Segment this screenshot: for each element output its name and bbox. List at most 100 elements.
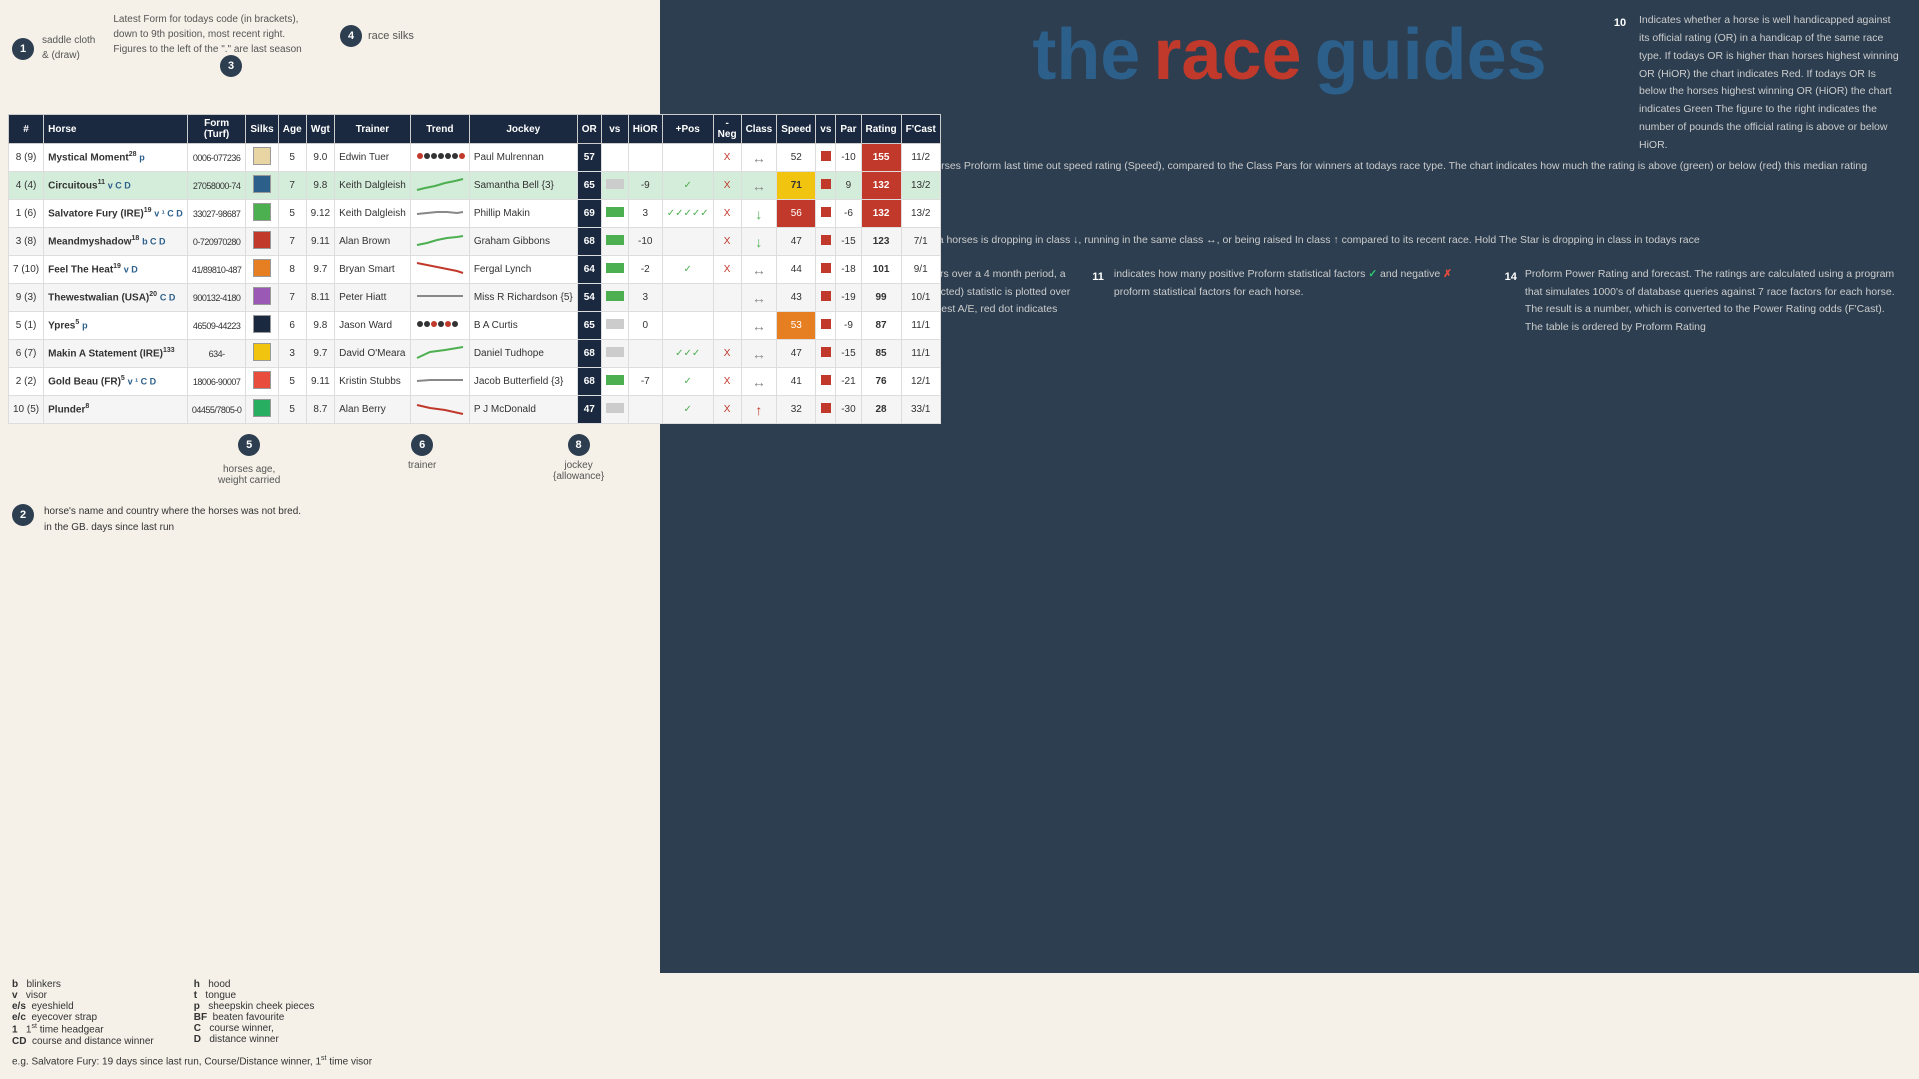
col-rating: Rating [861, 115, 901, 144]
table-row: 3 (8) Meandmyshadow18 b C D 0-720970280 … [9, 228, 941, 256]
cell-vs2 [816, 284, 836, 312]
cell-horse: Gold Beau (FR)5 v ¹ C D [44, 368, 188, 396]
cell-trend [410, 396, 469, 424]
cell-par: -18 [836, 256, 861, 284]
cell-vs2 [816, 172, 836, 200]
cell-vs [601, 228, 628, 256]
cell-par: -19 [836, 284, 861, 312]
cell-age: 8 [278, 256, 306, 284]
cell-jockey: Phillip Makin [469, 200, 577, 228]
cell-vs [601, 200, 628, 228]
cell-vs2 [816, 256, 836, 284]
circle-8: 8 [568, 434, 590, 456]
cell-pos: ✓ [662, 396, 713, 424]
cell-speed: 47 [777, 228, 816, 256]
cell-vs2 [816, 340, 836, 368]
cell-trend [410, 312, 469, 340]
cell-neg: X [713, 172, 741, 200]
cell-horse: Feel The Heat19 v D [44, 256, 188, 284]
cell-silks [246, 312, 278, 340]
cell-neg: X [713, 368, 741, 396]
cell-vs [601, 396, 628, 424]
cell-horse: Circuitous11 v C D [44, 172, 188, 200]
cell-fcast: 11/2 [901, 144, 940, 172]
col-num: # [9, 115, 44, 144]
cell-pos [662, 284, 713, 312]
label-14: Proform Power Rating and forecast. The r… [1525, 266, 1903, 337]
form-explanation: Latest Form for todays code (in brackets… [113, 12, 301, 57]
cell-num: 7 (10) [9, 256, 44, 284]
cell-speed: 47 [777, 340, 816, 368]
cell-form: 634- [187, 340, 246, 368]
cell-jockey: B A Curtis [469, 312, 577, 340]
col-class: Class [741, 115, 777, 144]
cell-rating: 123 [861, 228, 901, 256]
table-row: 4 (4) Circuitous11 v C D 27058000-74 7 9… [9, 172, 941, 200]
cell-hior: 3 [628, 200, 662, 228]
cell-form: 33027-98687 [187, 200, 246, 228]
cell-age: 7 [278, 228, 306, 256]
circle-3: 3 [220, 55, 242, 77]
cell-or: 65 [577, 312, 601, 340]
cell-jockey: Daniel Tudhope [469, 340, 577, 368]
cell-horse: Salvatore Fury (IRE)19 v ¹ C D [44, 200, 188, 228]
cell-wgt: 9.7 [306, 256, 334, 284]
cell-speed: 44 [777, 256, 816, 284]
top-row: 1 saddle cloth& (draw) Latest Form for t… [0, 0, 1919, 110]
cell-par: -10 [836, 144, 861, 172]
cell-pos: ✓ [662, 172, 713, 200]
cell-vs [601, 340, 628, 368]
cell-vs [601, 256, 628, 284]
annotation-14: 14 Proform Power Rating and forecast. Th… [1505, 266, 1903, 337]
cell-horse: Ypres5 p [44, 312, 188, 340]
label-11: indicates how many positive Proform stat… [1114, 266, 1489, 302]
col-or: OR [577, 115, 601, 144]
cell-age: 5 [278, 144, 306, 172]
cell-horse: Makin A Statement (IRE)133 [44, 340, 188, 368]
cell-trainer: Alan Berry [335, 396, 411, 424]
legend-col-right: h hood t tongue p sheepskin cheek pieces… [194, 979, 315, 1046]
cell-neg: X [713, 228, 741, 256]
cell-wgt: 9.8 [306, 312, 334, 340]
cell-trend [410, 144, 469, 172]
cell-silks [246, 200, 278, 228]
title-the: the [1032, 15, 1140, 95]
title-guides: guides [1315, 15, 1547, 95]
cell-pos: ✓✓✓✓✓ [662, 200, 713, 228]
cell-or: 47 [577, 396, 601, 424]
cell-neg: X [713, 256, 741, 284]
cell-trainer: Edwin Tuer [335, 144, 411, 172]
annotation-6-area: 6 trainer [408, 434, 436, 471]
cell-form: 900132-4180 [187, 284, 246, 312]
cell-or: 69 [577, 200, 601, 228]
cell-rating: 132 [861, 172, 901, 200]
cell-vs2 [816, 144, 836, 172]
cell-or: 68 [577, 340, 601, 368]
table-container: # Horse Form (Turf) Silks Age Wgt Traine… [8, 114, 652, 424]
race-silks-label: race silks [368, 30, 414, 42]
cell-wgt: 8.7 [306, 396, 334, 424]
cell-neg: X [713, 200, 741, 228]
cell-age: 3 [278, 340, 306, 368]
cell-hior [628, 396, 662, 424]
annotation-11: 11 indicates how many positive Proform s… [1090, 266, 1488, 302]
cell-trend [410, 284, 469, 312]
cell-trainer: Kristin Stubbs [335, 368, 411, 396]
cell-or: 57 [577, 144, 601, 172]
label10: Indicates whether a horse is well handic… [1639, 14, 1899, 151]
cell-num: 8 (9) [9, 144, 44, 172]
top-right-annotation: 10 Indicates whether a horse is well han… [1609, 12, 1899, 155]
col-form: Form (Turf) [187, 115, 246, 144]
cell-trainer: Alan Brown [335, 228, 411, 256]
cell-trend [410, 368, 469, 396]
cell-neg: X [713, 144, 741, 172]
cell-horse: Plunder8 [44, 396, 188, 424]
col-wgt: Wgt [306, 115, 334, 144]
cell-wgt: 9.11 [306, 368, 334, 396]
annotation-8-area: 8 jockey{allowance} [553, 434, 604, 482]
cell-wgt: 9.11 [306, 228, 334, 256]
cell-age: 7 [278, 172, 306, 200]
cell-form: 41/89810-487 [187, 256, 246, 284]
cell-jockey: Graham Gibbons [469, 228, 577, 256]
cell-or: 68 [577, 368, 601, 396]
